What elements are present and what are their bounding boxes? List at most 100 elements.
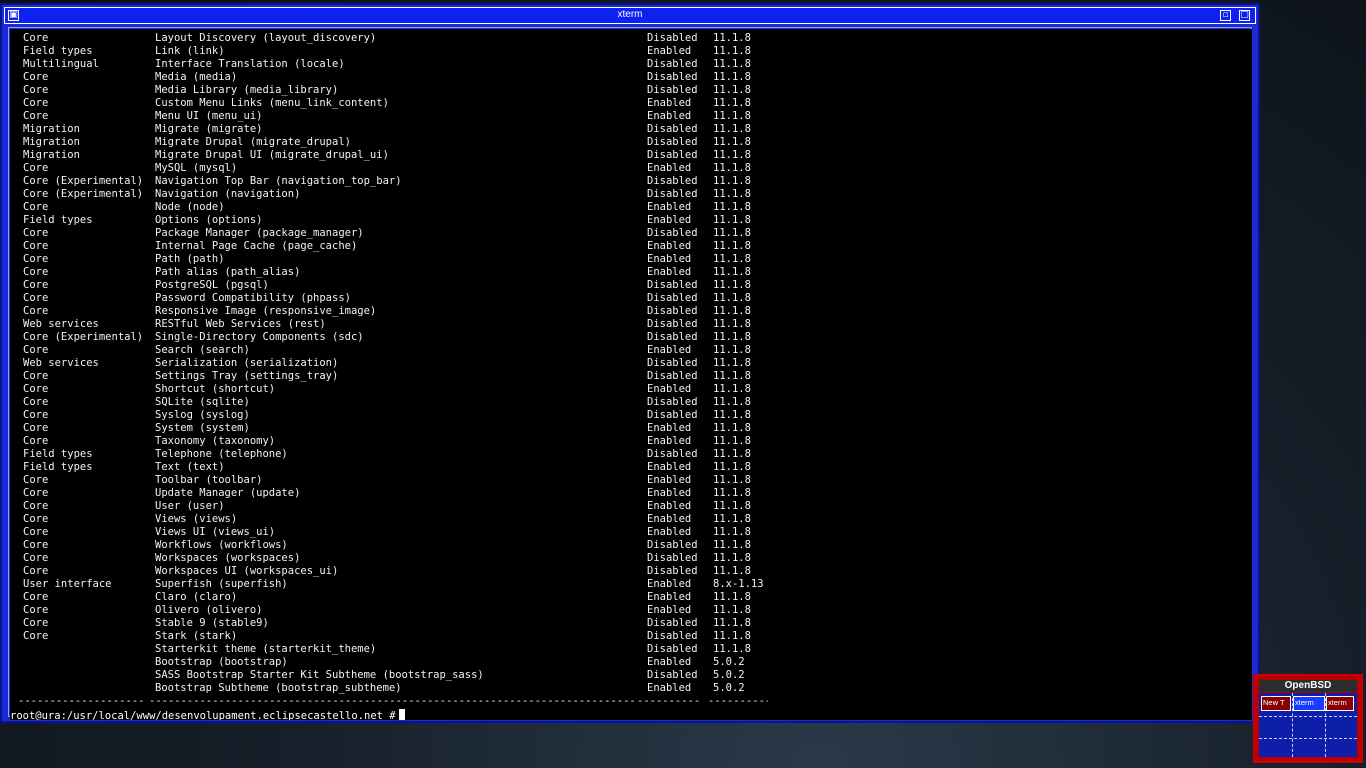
maximize-icon[interactable]: ▢ bbox=[1239, 10, 1250, 21]
status-cell: Disabled bbox=[647, 617, 698, 629]
module-row: Core Node (node) Enabled 11.1.8 bbox=[10, 201, 1252, 214]
shell-prompt[interactable]: root@ura:/usr/local/www/desenvolupament.… bbox=[10, 709, 405, 720]
pager-window-xterm[interactable]: xterm bbox=[1326, 696, 1354, 711]
package-cell: Core bbox=[23, 591, 49, 603]
package-cell: Core bbox=[23, 435, 49, 447]
module-row: Core (Experimental) Single-Directory Comp… bbox=[10, 331, 1252, 344]
status-cell: Enabled bbox=[647, 162, 692, 174]
window-title: xterm bbox=[617, 9, 643, 20]
module-name-cell: Toolbar (toolbar) bbox=[155, 474, 263, 486]
status-cell: Disabled bbox=[647, 370, 698, 382]
module-row: Migration Migrate (migrate) Disabled 11.1.8 bbox=[10, 123, 1252, 136]
module-name-cell: Custom Menu Links (menu_link_content) bbox=[155, 97, 389, 109]
module-name-cell: Package Manager (package_manager) bbox=[155, 227, 364, 239]
version-cell: 11.1.8 bbox=[713, 344, 751, 356]
module-name-cell: Navigation Top Bar (navigation_top_bar) bbox=[155, 175, 402, 187]
version-cell: 11.1.8 bbox=[713, 500, 751, 512]
module-row: Core Workflows (workflows) Disabled 11.1.8 bbox=[10, 539, 1252, 552]
module-row: Core Search (search) Enabled 11.1.8 bbox=[10, 344, 1252, 357]
separator-dashes: -------------------- bbox=[18, 695, 144, 707]
version-cell: 11.1.8 bbox=[713, 370, 751, 382]
package-cell: Core (Experimental) bbox=[23, 175, 144, 187]
package-cell: Core bbox=[23, 279, 49, 291]
module-row: Core SQLite (sqlite) Disabled 11.1.8 bbox=[10, 396, 1252, 409]
status-cell: Disabled bbox=[647, 279, 698, 291]
status-cell: Disabled bbox=[647, 136, 698, 148]
module-row: Core Path alias (path_alias) Enabled 11.1.8 bbox=[10, 266, 1252, 279]
module-name-cell: Workspaces UI (workspaces_ui) bbox=[155, 565, 339, 577]
module-name-cell: Migrate Drupal (migrate_drupal) bbox=[155, 136, 351, 148]
iconify-icon[interactable]: ▫ bbox=[1220, 10, 1231, 21]
title-bar[interactable]: ▣ xterm ▫ ▢ bbox=[4, 7, 1256, 24]
status-cell: Enabled bbox=[647, 526, 692, 538]
module-row: Web services RESTful Web Services (rest) D… bbox=[10, 318, 1252, 331]
module-row: Core (Experimental) Navigation Top Bar (n… bbox=[10, 175, 1252, 188]
version-cell: 11.1.8 bbox=[713, 136, 751, 148]
version-cell: 11.1.8 bbox=[713, 45, 751, 57]
status-cell: Disabled bbox=[647, 71, 698, 83]
module-row: Web services Serialization (serialization… bbox=[10, 357, 1252, 370]
version-cell: 11.1.8 bbox=[713, 591, 751, 603]
module-name-cell: Bootstrap Subtheme (bootstrap_subtheme) bbox=[155, 682, 402, 694]
prompt-text: root@ura:/usr/local/www/desenvolupament.… bbox=[10, 710, 396, 720]
pager-desktop[interactable]: New T xterm xterm bbox=[1259, 693, 1357, 757]
module-name-cell: Migrate (migrate) bbox=[155, 123, 263, 135]
version-cell: 11.1.8 bbox=[713, 474, 751, 486]
module-row: Core Syslog (syslog) Disabled 11.1.8 bbox=[10, 409, 1252, 422]
package-cell: Core bbox=[23, 552, 49, 564]
status-cell: Enabled bbox=[647, 383, 692, 395]
module-row: User interface Superfish (superfish) Enabl… bbox=[10, 578, 1252, 591]
module-name-cell: Superfish (superfish) bbox=[155, 578, 288, 590]
module-row: Core Update Manager (update) Enabled 11.1.8 bbox=[10, 487, 1252, 500]
text-cursor bbox=[398, 709, 405, 720]
package-cell: Migration bbox=[23, 123, 80, 135]
status-cell: Enabled bbox=[647, 201, 692, 213]
package-cell: Core bbox=[23, 396, 49, 408]
status-cell: Disabled bbox=[647, 396, 698, 408]
version-cell: 11.1.8 bbox=[713, 604, 751, 616]
pager-window-new-terminal[interactable]: New T bbox=[1261, 696, 1291, 711]
module-name-cell: Claro (claro) bbox=[155, 591, 238, 603]
module-name-cell: Telephone (telephone) bbox=[155, 448, 288, 460]
status-cell: Disabled bbox=[647, 227, 698, 239]
xterm-window[interactable]: ▣ xterm ▫ ▢ Core Layout Discovery (layout… bbox=[0, 3, 1260, 723]
module-name-cell: Update Manager (update) bbox=[155, 487, 301, 499]
package-cell: Core bbox=[23, 526, 49, 538]
package-cell: Core bbox=[23, 630, 49, 642]
version-cell: 11.1.8 bbox=[713, 318, 751, 330]
version-cell: 11.1.8 bbox=[713, 123, 751, 135]
version-cell: 11.1.8 bbox=[713, 643, 751, 655]
version-cell: 11.1.8 bbox=[713, 292, 751, 304]
status-cell: Enabled bbox=[647, 45, 692, 57]
desktop-pager[interactable]: OpenBSD New T xterm xterm bbox=[1253, 674, 1363, 763]
module-row: Core Custom Menu Links (menu_link_content… bbox=[10, 97, 1252, 110]
package-cell: Field types bbox=[23, 448, 93, 460]
pager-grid-line bbox=[1259, 716, 1357, 717]
module-name-cell: Options (options) bbox=[155, 214, 263, 226]
status-cell: Enabled bbox=[647, 591, 692, 603]
version-cell: 11.1.8 bbox=[713, 175, 751, 187]
version-cell: 11.1.8 bbox=[713, 487, 751, 499]
version-cell: 11.1.8 bbox=[713, 227, 751, 239]
module-name-cell: Serialization (serialization) bbox=[155, 357, 339, 369]
package-cell: Core bbox=[23, 227, 49, 239]
package-cell: Core bbox=[23, 344, 49, 356]
module-row: Core MySQL (mysql) Enabled 11.1.8 bbox=[10, 162, 1252, 175]
version-cell: 5.0.2 bbox=[713, 682, 745, 694]
separator-dashes: ---------- bbox=[708, 695, 768, 707]
module-name-cell: SQLite (sqlite) bbox=[155, 396, 250, 408]
version-cell: 11.1.8 bbox=[713, 97, 751, 109]
pager-window-xterm-active[interactable]: xterm bbox=[1293, 696, 1325, 711]
terminal-output[interactable]: Core Layout Discovery (layout_discovery) D… bbox=[10, 29, 1252, 720]
status-cell: Enabled bbox=[647, 656, 692, 668]
module-row: Core Path (path) Enabled 11.1.8 bbox=[10, 253, 1252, 266]
status-cell: Disabled bbox=[647, 188, 698, 200]
module-row: Field types Link (link) Enabled 11.1.8 bbox=[10, 45, 1252, 58]
status-cell: Enabled bbox=[647, 214, 692, 226]
module-row: Core (Experimental) Navigation (navigatio… bbox=[10, 188, 1252, 201]
module-row: Core User (user) Enabled 11.1.8 bbox=[10, 500, 1252, 513]
status-cell: Disabled bbox=[647, 539, 698, 551]
package-cell: Core bbox=[23, 32, 49, 44]
version-cell: 11.1.8 bbox=[713, 383, 751, 395]
package-cell: Migration bbox=[23, 149, 80, 161]
